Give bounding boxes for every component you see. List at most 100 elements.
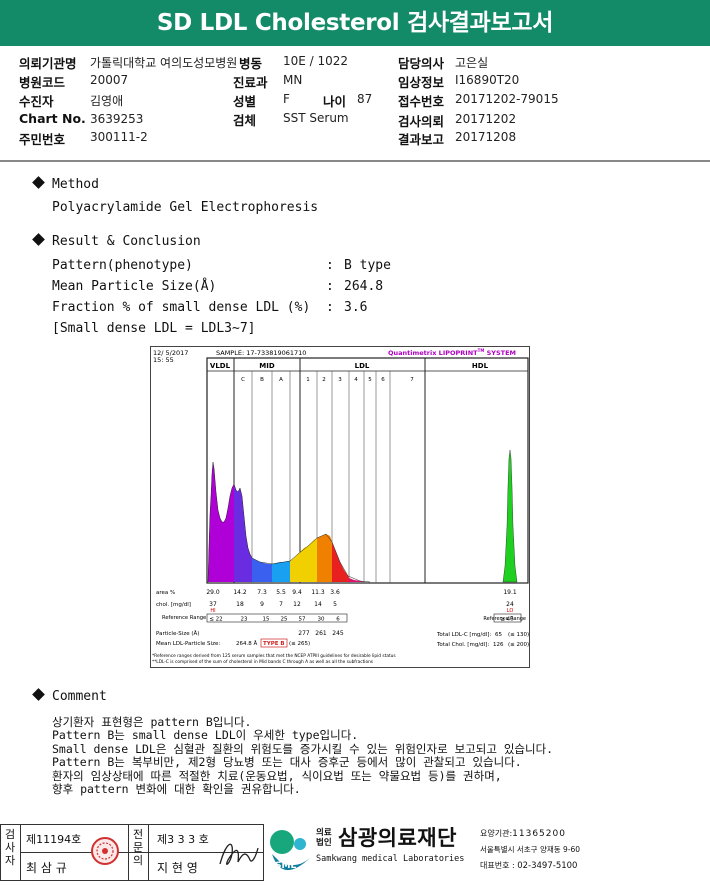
area-value: 19.1	[503, 589, 517, 596]
examiner-name: 최 삼 규	[26, 861, 67, 875]
band-label-3: 3	[338, 377, 342, 383]
chol-value: 12	[293, 601, 301, 608]
ref-row-label: Reference Range	[162, 615, 206, 621]
specialist-license: 제3 3 3 호	[157, 833, 209, 846]
specialist-label: 전문의	[132, 828, 144, 867]
electrophoresis-graph: 12/ 5/201715: 55SAMPLE: 17-733819061710 Q…	[150, 346, 530, 668]
chol-value: 7	[279, 601, 283, 608]
svg-text:SML: SML	[275, 861, 296, 871]
chart-brand: Quantimetrix LIPOPRINTTM SYSTEM	[388, 348, 516, 357]
particle-size-label: Particle-Size (Å)	[156, 630, 199, 637]
chart-no-value: 3639253	[90, 112, 144, 126]
area-row-label: area %	[156, 590, 175, 596]
chol-flag-lo: LO	[507, 608, 514, 614]
age-label: 나이	[323, 94, 347, 109]
ldl2-region	[317, 534, 332, 582]
comment-heading: Comment	[32, 688, 107, 704]
resident-no-value: 300111-2	[90, 130, 148, 144]
report-footer: 검사자 제11194호 최 삼 규 전문의 제3 3 3 호 지 현 영 SML…	[0, 820, 710, 885]
band-label-7: 7	[410, 377, 414, 383]
band-label-2: 2	[322, 377, 326, 383]
area-value: 7.3	[257, 589, 267, 596]
ref-row-label-right: Reference Range	[483, 616, 526, 622]
comment-line: 향후 pattern 변화에 대한 확인을 권유합니다.	[52, 782, 301, 797]
hospital-code-value: 20007	[90, 73, 129, 87]
chol-value: 37	[209, 601, 217, 608]
group-label-ldl: LDL	[355, 362, 370, 370]
result-row-pattern: Pattern(phenotype): B type	[52, 258, 391, 273]
chol-value: 14	[314, 601, 322, 608]
sex-label: 성별	[233, 94, 257, 109]
chol-value: 9	[260, 601, 264, 608]
institution-code: 요양기관:11365200	[480, 829, 566, 839]
department-value: MN	[283, 73, 303, 87]
comment-line: 상기환자 표현형은 pattern B입니다.	[52, 715, 252, 729]
comment-line: Pattern B는 small dense LDL이 우세한 type입니다.	[52, 728, 359, 743]
group-label-hdl: HDL	[472, 362, 489, 370]
particle-size-value: 264.8	[344, 279, 384, 294]
chart-time: 15: 55	[153, 356, 174, 364]
mid-a-region	[272, 561, 290, 582]
sex-value: F	[283, 92, 290, 106]
specimen-value: SST Serum	[283, 111, 349, 125]
examiner-label: 검사자	[4, 828, 16, 867]
ref-value: 15	[263, 617, 270, 623]
band-label-C: C	[241, 377, 245, 383]
patient-value: 김영애	[90, 94, 124, 108]
institution-value: 가톨릭대학교 여의도성모병원	[90, 56, 238, 70]
hospital-code-label: 병원코드	[19, 75, 66, 90]
chol-value: 18	[236, 601, 244, 608]
report-date-value: 20171208	[455, 130, 517, 144]
footnote-1: *Reference ranges derived from 125 serum…	[152, 653, 396, 659]
group-label-vldl: VLDL	[210, 362, 231, 370]
header-divider	[0, 160, 710, 162]
org-address: 서울특별시 서초구 양재동 9-60	[480, 845, 581, 854]
total-ldl-label: Total LDL-C [mg/dl]:	[436, 632, 491, 638]
report-title: SD LDL Cholesterol 검사결과보고서	[0, 0, 710, 46]
band-label-6: 6	[381, 377, 385, 383]
particle-size-value: 261	[315, 630, 327, 637]
comment-line: Small dense LDL은 심혈관 질환의 위험도를 증가시킬 수 있는 …	[52, 741, 554, 756]
chol-row-label: chol. [mg/dl]	[156, 602, 191, 608]
result-heading: Result & Conclusion	[32, 233, 201, 249]
sdldl-fraction-value: 3.6	[344, 300, 368, 315]
area-value: 5.5	[276, 589, 286, 596]
chol-value: 24	[506, 601, 514, 608]
band-label-1: 1	[306, 377, 310, 383]
examiner-license: 제11194호	[26, 833, 82, 846]
chart-no-label: Chart No.	[19, 111, 86, 126]
ref-value: 6	[336, 617, 340, 623]
particle-size-value: 245	[332, 630, 344, 637]
org-phone: 대표번호 : 02-3497-5100	[480, 861, 578, 871]
area-value: 3.6	[330, 589, 340, 596]
footnote-2: **LDL-C is comprised of the sum of chole…	[152, 659, 374, 665]
area-value: 29.0	[206, 589, 220, 596]
chol-flag-hi: HI	[210, 608, 215, 614]
band-label-A: A	[279, 377, 283, 383]
comment-body: 상기환자 표현형은 pattern B입니다. Pattern B는 small…	[52, 715, 554, 797]
clinical-info-value: I16890T20	[455, 73, 520, 87]
pattern-value: B type	[344, 258, 391, 273]
org-prefix: 의료 법인	[316, 828, 332, 848]
ref-value: 25	[281, 617, 288, 623]
ref-value: ≤ 22	[209, 617, 222, 623]
ward-label: 병동	[239, 56, 263, 71]
org-name: 삼광의료재단	[338, 826, 457, 850]
band-label-B: B	[260, 377, 264, 383]
request-date-label: 검사의뢰	[398, 114, 445, 129]
diamond-bullet-icon	[32, 233, 45, 246]
org-english-name: Samkwang medical Laboratories	[316, 854, 465, 864]
chart-sample: SAMPLE: 17-733819061710	[216, 349, 306, 357]
clinical-info-label: 임상정보	[398, 75, 445, 90]
total-ldl-value: 65	[495, 632, 502, 638]
report-date-label: 결과보고	[398, 132, 445, 147]
department-label: 진료과	[233, 75, 268, 90]
mean-size-label: Mean LDL-Particle Size:	[156, 641, 220, 647]
diamond-bullet-icon	[32, 176, 45, 189]
institution-label: 의뢰기관명	[19, 56, 77, 71]
method-text: Polyacrylamide Gel Electrophoresis	[52, 200, 319, 215]
examiner-seal-icon	[91, 837, 119, 865]
band-label-4: 4	[354, 377, 358, 383]
request-date-value: 20171202	[455, 112, 517, 126]
result-row-sdldl: Fraction % of small dense LDL (%):3.6	[52, 300, 368, 315]
